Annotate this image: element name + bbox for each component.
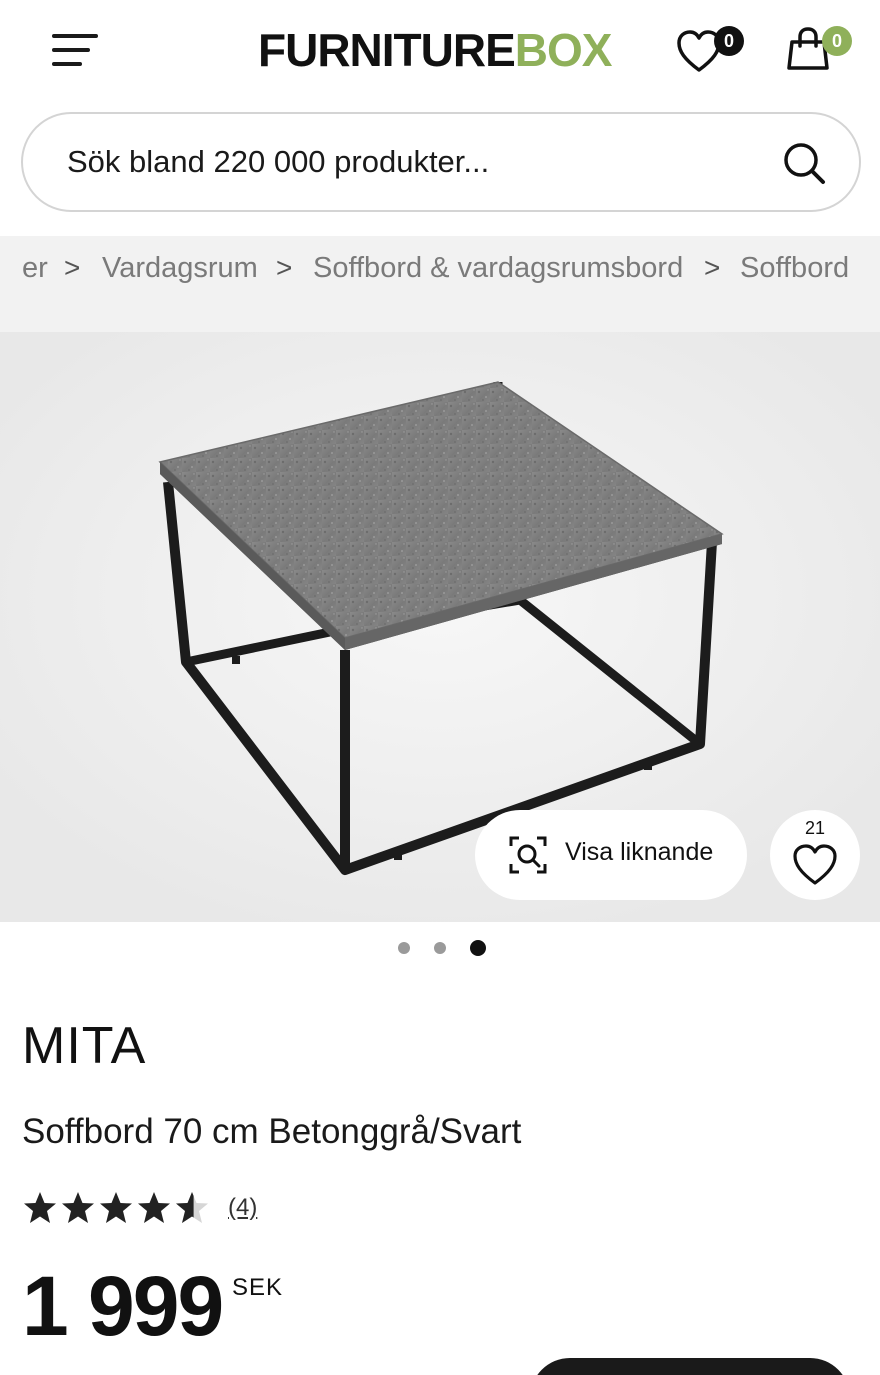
wishlist-button[interactable]: 0 <box>676 24 746 74</box>
hamburger-line <box>52 48 90 52</box>
search-input[interactable]: Sök bland 220 000 produkter... <box>67 144 489 180</box>
star-icon <box>24 1192 56 1223</box>
chevron-right-icon: > <box>64 252 81 283</box>
add-to-cart-button[interactable] <box>530 1358 850 1375</box>
breadcrumb: er > Vardagsrum > Soffbord & vardagsrums… <box>0 236 880 332</box>
product-image-gallery[interactable]: Visa liknande 21 <box>0 332 880 922</box>
breadcrumb-item[interactable]: er <box>22 236 48 300</box>
show-similar-label: Visa liknande <box>565 838 714 866</box>
chevron-right-icon: > <box>276 252 293 283</box>
price-currency: SEK <box>232 1274 284 1301</box>
favorite-button[interactable]: 21 <box>770 810 860 900</box>
rating-stars <box>24 1192 208 1223</box>
review-count-link[interactable]: (4) <box>228 1194 257 1222</box>
product-price: 1 999 <box>22 1259 224 1353</box>
carousel-indicator <box>392 938 492 958</box>
carousel-dot[interactable] <box>434 942 446 954</box>
favorite-count: 21 <box>804 818 826 838</box>
product-image <box>0 332 880 922</box>
breadcrumb-item[interactable]: Vardagsrum <box>102 236 258 300</box>
hamburger-icon <box>52 34 98 38</box>
star-icon <box>138 1192 170 1223</box>
search-bar[interactable]: Sök bland 220 000 produkter... <box>21 112 861 212</box>
hamburger-line <box>52 62 82 66</box>
star-icon <box>100 1192 132 1223</box>
cart-count-badge: 0 <box>822 26 852 56</box>
search-icon[interactable] <box>781 140 827 186</box>
show-similar-button[interactable]: Visa liknande <box>475 810 747 900</box>
site-logo[interactable]: FURNITUREBOX <box>258 24 613 76</box>
breadcrumb-item[interactable]: Soffbord <box>740 236 849 300</box>
breadcrumb-item[interactable]: Soffbord & vardagsrumsbord <box>313 236 683 300</box>
logo-text-box: BOX <box>514 24 613 76</box>
product-title: Soffbord 70 cm Betonggrå/Svart <box>22 1112 522 1151</box>
wishlist-count-badge: 0 <box>714 26 744 56</box>
menu-button[interactable] <box>50 32 100 70</box>
star-icon <box>62 1192 94 1223</box>
visual-search-icon <box>509 836 547 874</box>
carousel-dot[interactable] <box>398 942 410 954</box>
product-brand: MITA <box>22 1017 147 1075</box>
heart-icon <box>793 844 837 885</box>
logo-text-furniture: FURNITURE <box>258 24 516 76</box>
cart-button[interactable]: 0 <box>786 24 856 74</box>
top-header: FURNITUREBOX 0 0 <box>0 0 880 100</box>
chevron-right-icon: > <box>704 252 721 283</box>
carousel-dot-active[interactable] <box>470 940 486 956</box>
